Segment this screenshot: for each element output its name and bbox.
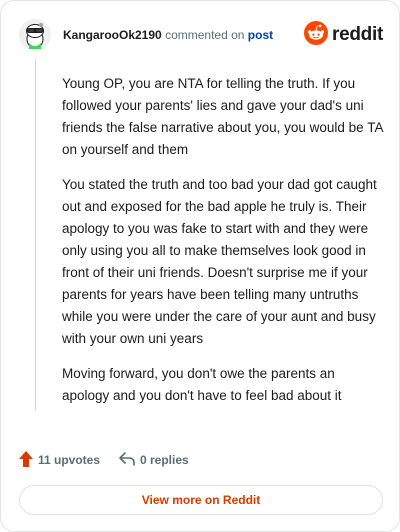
comment-card: KangarooOk2190 commented on post reddit xyxy=(0,0,400,532)
view-more-button[interactable]: View more on Reddit xyxy=(19,485,383,515)
reply-button[interactable]: 0 replies xyxy=(119,449,189,471)
reddit-logo[interactable]: reddit xyxy=(304,20,383,50)
reply-count: 0 replies xyxy=(140,453,189,467)
comment-footer: 11 upvotes 0 replies xyxy=(19,449,379,471)
thread-line xyxy=(35,59,36,411)
comment-body: Young OP, you are NTA for telling the tr… xyxy=(62,73,384,420)
comment-paragraph: You stated the truth and too bad your da… xyxy=(62,177,377,346)
comment-paragraph: Young OP, you are NTA for telling the tr… xyxy=(62,76,383,157)
upvote-count: 11 upvotes xyxy=(38,453,101,467)
comment-header: KangarooOk2190 commented on post reddit xyxy=(19,19,383,51)
reply-arrow-icon xyxy=(119,451,135,469)
reddit-logo-icon xyxy=(304,20,329,50)
upvote-button[interactable]: 11 upvotes xyxy=(19,449,100,471)
username-link[interactable]: KangarooOk2190 xyxy=(63,28,162,42)
action-text: commented on xyxy=(165,28,245,42)
upvote-arrow-icon xyxy=(19,450,33,470)
snoo-avatar-icon[interactable] xyxy=(19,19,51,51)
reddit-wordmark: reddit xyxy=(332,24,383,45)
comment-paragraph: Moving forward, you don't owe the parent… xyxy=(62,366,342,403)
comment-meta: KangarooOk2190 commented on post xyxy=(63,27,273,43)
post-link[interactable]: post xyxy=(248,28,273,42)
